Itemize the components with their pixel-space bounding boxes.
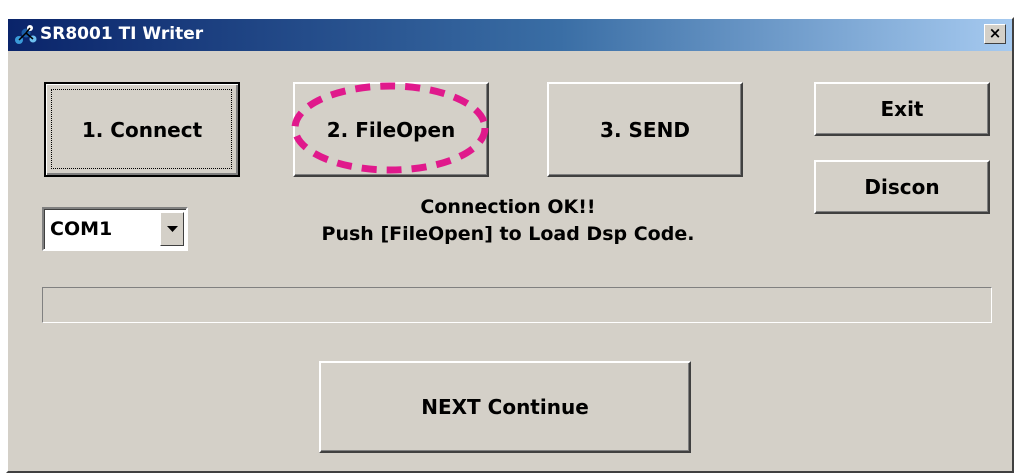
window-title: SR8001 TI Writer bbox=[40, 24, 204, 44]
app-window: SR8001 TI Writer × 1. Connect 2. FileOpe… bbox=[6, 17, 1014, 473]
connect-button[interactable]: 1. Connect bbox=[44, 82, 240, 177]
connect-button-label: 1. Connect bbox=[81, 117, 203, 142]
status-line-1: Connection OK!! bbox=[420, 196, 596, 218]
port-select-dropdown-button[interactable] bbox=[160, 212, 184, 246]
port-select[interactable]: COM1 bbox=[42, 207, 188, 251]
close-button[interactable]: × bbox=[984, 24, 1006, 44]
chevron-down-icon bbox=[167, 226, 178, 232]
exit-button-label: Exit bbox=[880, 97, 924, 121]
exit-button[interactable]: Exit bbox=[814, 82, 990, 136]
highlight-ring-annotation bbox=[291, 82, 489, 174]
close-icon: × bbox=[988, 24, 1002, 42]
title-bar[interactable]: SR8001 TI Writer × bbox=[8, 19, 1012, 51]
send-button[interactable]: 3. SEND bbox=[547, 82, 743, 177]
next-continue-button[interactable]: NEXT Continue bbox=[319, 361, 691, 453]
progress-bar bbox=[42, 287, 992, 323]
discon-button[interactable]: Discon bbox=[814, 160, 990, 214]
status-line-2: Push [FileOpen] to Load Dsp Code. bbox=[321, 223, 695, 245]
app-icon bbox=[15, 25, 37, 44]
status-message: Connection OK!! Push [FileOpen] to Load … bbox=[268, 194, 748, 248]
send-button-label: 3. SEND bbox=[600, 117, 690, 142]
next-continue-button-label: NEXT Continue bbox=[421, 395, 589, 419]
discon-button-label: Discon bbox=[864, 175, 940, 199]
port-select-value: COM1 bbox=[50, 218, 113, 240]
